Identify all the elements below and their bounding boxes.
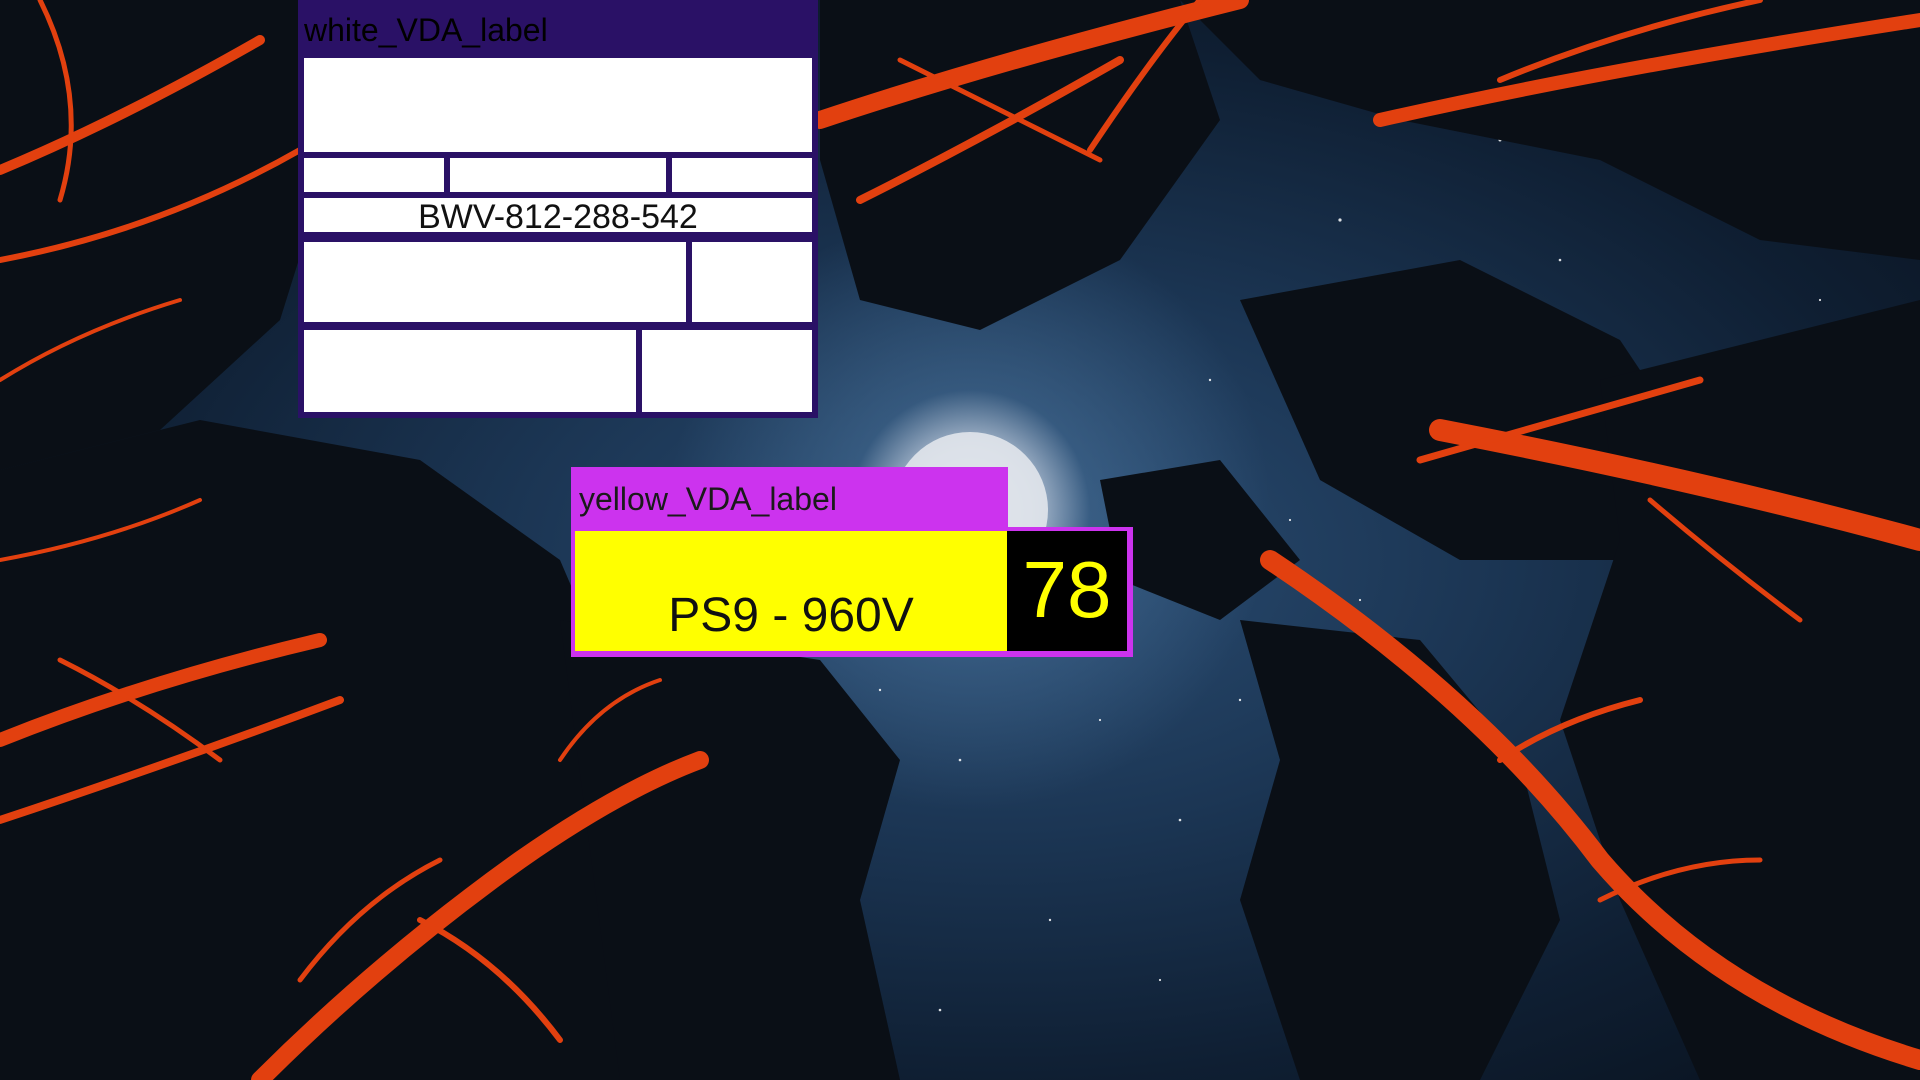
- yellow-label-title-bar: yellow_VDA_label: [571, 467, 1008, 527]
- white-label-field-row4-a: [304, 242, 686, 322]
- white-label-title-bar: white_VDA_label: [298, 0, 818, 56]
- white-label-field-row4-b: [692, 242, 812, 322]
- yellow-label-title: yellow_VDA_label: [579, 481, 837, 517]
- white-label-title: white_VDA_label: [304, 12, 548, 48]
- yellow-label-number: 78: [1022, 545, 1112, 634]
- yellow-label-part-text: PS9 - 960V: [668, 589, 914, 642]
- white-label-field-top: [304, 58, 812, 152]
- yellow-label-part-field: PS9 - 960V: [575, 531, 1007, 651]
- white-label-field-row2-c: [672, 158, 812, 192]
- white-label-barcode-field: BWV-812-288-542: [304, 198, 812, 236]
- white-vda-label[interactable]: white_VDA_label BWV-812-288-542: [298, 0, 818, 418]
- white-label-body: BWV-812-288-542: [298, 56, 818, 418]
- white-label-field-row2-b: [450, 158, 666, 192]
- yellow-label-frame: PS9 - 960V 78: [571, 527, 1133, 657]
- white-label-field-row5-b: [642, 330, 812, 412]
- yellow-vda-label[interactable]: yellow_VDA_label PS9 - 960V 78: [571, 467, 1133, 657]
- white-label-field-row2-a: [304, 158, 444, 192]
- white-label-barcode-text: BWV-812-288-542: [418, 198, 698, 236]
- night-forest-scene: white_VDA_label BWV-812-288-542 yellow_V…: [0, 0, 1920, 1080]
- yellow-label-number-field: 78: [1007, 531, 1127, 651]
- white-label-field-row5-a: [304, 330, 636, 412]
